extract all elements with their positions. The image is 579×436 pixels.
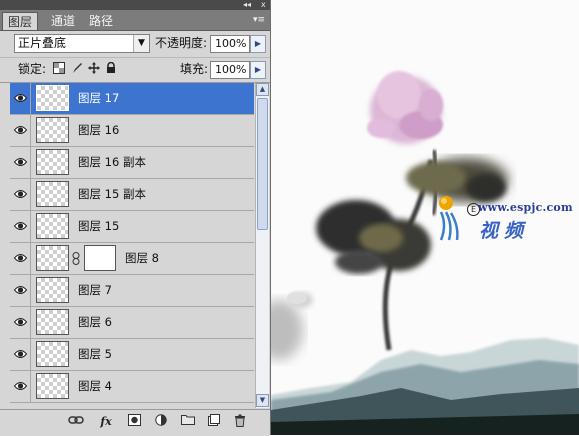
layer-name[interactable]: 图层 7 [78, 275, 112, 306]
layer-thumbnail[interactable] [36, 181, 69, 207]
panel-menu-icon[interactable]: ▾≡ [252, 13, 266, 27]
tab-layers[interactable]: 图层 [2, 12, 39, 30]
eye-icon [13, 380, 28, 392]
mask-link-chain-icon[interactable] [72, 252, 80, 265]
layer-name[interactable]: 图层 5 [78, 339, 112, 370]
eye-icon [13, 156, 28, 168]
visibility-toggle[interactable] [10, 211, 31, 242]
layer-list-scrollbar[interactable]: ▲ ▼ [255, 83, 269, 408]
layer-name[interactable]: 图层 6 [78, 307, 112, 338]
tab-paths[interactable]: 路径 [84, 12, 118, 30]
layer-thumbnail[interactable] [36, 277, 69, 303]
new-group-folder-icon[interactable] [180, 414, 196, 430]
layer-row[interactable]: 图层 15 副本 [10, 179, 254, 211]
layer-row[interactable]: 图层 7 [10, 275, 254, 307]
visibility-toggle[interactable] [10, 339, 31, 370]
layer-row[interactable]: 图层 4 [10, 371, 254, 403]
layer-style-fx-icon[interactable]: fx [98, 414, 114, 430]
eye-icon [13, 220, 28, 232]
opacity-slider-button[interactable]: ▶ [250, 35, 266, 53]
document-canvas[interactable]: E www.espjc.com 视频 [271, 0, 579, 435]
visibility-toggle[interactable] [10, 179, 31, 210]
chevron-down-icon[interactable]: ▼ [133, 35, 149, 52]
layer-thumbnail[interactable] [36, 309, 69, 335]
watermark-chinese: 视频 [479, 220, 530, 242]
lock-position-icon[interactable] [87, 62, 101, 76]
opacity-input[interactable]: 100% [210, 35, 250, 53]
tab-channels[interactable]: 通道 [46, 12, 80, 30]
fill-slider-button[interactable]: ▶ [250, 61, 266, 79]
ink-lotus-painting [271, 71, 579, 435]
layer-name[interactable]: 图层 16 [78, 115, 119, 146]
close-panel-button[interactable]: x [261, 0, 266, 10]
panel-tabs: 图层 通道 路径 ▾≡ [0, 10, 270, 31]
blend-opacity-row: 正片叠底 ▼ 不透明度: 100% ▶ [0, 31, 270, 58]
eye-icon [13, 284, 28, 296]
scroll-up-button[interactable]: ▲ [256, 83, 269, 96]
opacity-label: 不透明度: [155, 36, 208, 50]
fill-input[interactable]: 100% [210, 61, 250, 79]
eye-icon [13, 92, 28, 104]
visibility-toggle[interactable] [10, 83, 31, 114]
scroll-thumb[interactable] [257, 98, 268, 230]
add-mask-icon[interactable] [126, 414, 142, 430]
eye-icon [13, 316, 28, 328]
visibility-toggle[interactable] [10, 115, 31, 146]
fill-label: 填充: [180, 62, 209, 76]
visibility-toggle[interactable] [10, 307, 31, 338]
lock-label: 锁定: [18, 62, 47, 76]
lock-image-pixels-icon[interactable] [70, 62, 84, 76]
lock-all-icon[interactable] [104, 61, 118, 76]
adjustment-layer-icon[interactable] [153, 414, 169, 430]
layers-panel: ◂◂ x 图层 通道 路径 ▾≡ 正片叠底 ▼ 不透明度: 100% ▶ 锁定:… [0, 0, 271, 436]
eye-icon [13, 124, 28, 136]
layer-thumbnail[interactable] [36, 85, 69, 111]
layer-name[interactable]: 图层 8 [125, 243, 159, 274]
layer-name[interactable]: 图层 15 [78, 211, 119, 242]
visibility-toggle[interactable] [10, 275, 31, 306]
collapse-panel-button[interactable]: ◂◂ [243, 0, 251, 10]
visibility-toggle[interactable] [10, 243, 31, 274]
link-layers-icon[interactable] [68, 414, 84, 430]
layer-thumbnail[interactable] [36, 245, 69, 271]
layer-name[interactable]: 图层 16 副本 [78, 147, 146, 178]
new-layer-icon[interactable] [206, 414, 222, 430]
layer-list: 图层 17 图层 16 图层 16 副本 图层 15 副本 图层 15 图层 8 图层 7图… [10, 83, 254, 408]
eye-icon [13, 188, 28, 200]
layer-mask-thumbnail[interactable] [84, 245, 116, 271]
layer-thumbnail[interactable] [36, 341, 69, 367]
layer-thumbnail[interactable] [36, 117, 69, 143]
visibility-toggle[interactable] [10, 147, 31, 178]
eye-icon [13, 252, 28, 264]
layer-row[interactable]: 图层 17 [10, 83, 254, 115]
layer-row[interactable]: 图层 6 [10, 307, 254, 339]
layer-name[interactable]: 图层 4 [78, 371, 112, 402]
layer-name[interactable]: 图层 15 副本 [78, 179, 146, 210]
eye-icon [13, 348, 28, 360]
layer-thumbnail[interactable] [36, 213, 69, 239]
blend-mode-select[interactable]: 正片叠底 ▼ [14, 34, 150, 53]
layers-bottom-toolbar: fx [0, 409, 270, 436]
watermark-url: www.espjc.com [478, 201, 573, 214]
layer-row[interactable]: 图层 16 [10, 115, 254, 147]
layer-row[interactable]: 图层 5 [10, 339, 254, 371]
layer-thumbnail[interactable] [36, 149, 69, 175]
layer-thumbnail[interactable] [36, 373, 69, 399]
visibility-toggle[interactable] [10, 371, 31, 402]
scroll-down-button[interactable]: ▼ [256, 394, 269, 407]
layer-name[interactable]: 图层 17 [78, 83, 119, 114]
lock-transparency-icon[interactable] [52, 62, 66, 76]
blend-mode-value: 正片叠底 [18, 36, 67, 50]
lock-fill-row: 锁定: 填充: 100% ▶ [0, 58, 270, 83]
layer-row[interactable]: 图层 8 [10, 243, 254, 275]
layer-row[interactable]: 图层 15 [10, 211, 254, 243]
panel-titlebar: ◂◂ x [0, 0, 270, 10]
trash-delete-icon[interactable] [232, 414, 248, 430]
layer-row[interactable]: 图层 16 副本 [10, 147, 254, 179]
